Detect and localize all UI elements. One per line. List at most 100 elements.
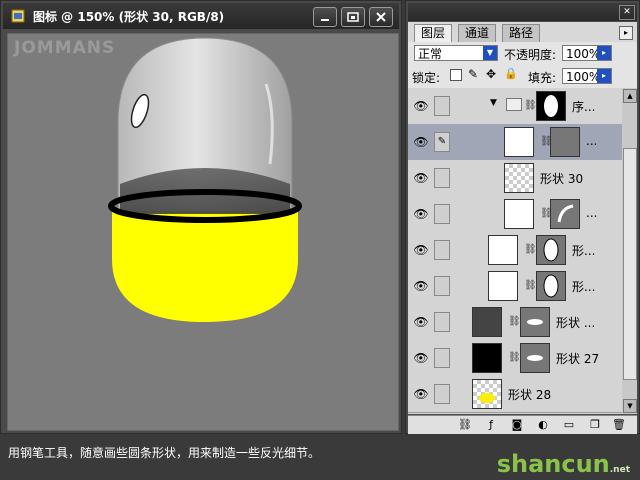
layer-thumbnail — [488, 235, 518, 265]
minimize-icon — [321, 19, 329, 21]
panel-title-bar[interactable]: ✕ — [408, 3, 637, 21]
layer-name: 形状 28 — [508, 388, 552, 402]
layer-link-slot[interactable] — [434, 348, 450, 368]
restore-icon — [347, 12, 359, 22]
layer-thumbnail — [472, 307, 502, 337]
folder-icon[interactable]: ▭ — [562, 418, 576, 432]
layer-row[interactable]: 👁 ⛓ 形... — [408, 268, 622, 305]
lock-all-icon[interactable]: 🔒 — [504, 67, 518, 80]
layer-name: ... — [586, 134, 598, 148]
layer-thumbnail — [472, 379, 502, 409]
document-title-bar[interactable]: 图标 @ 150% (形状 30, RGB/8) — [3, 3, 399, 29]
eye-icon[interactable]: 👁 — [411, 132, 431, 152]
brand-sub: .net — [609, 465, 630, 475]
layer-row[interactable]: 👁 ✎ ⛓ ... — [408, 124, 622, 161]
blend-mode-select[interactable]: 正常 ▼ — [414, 45, 498, 61]
fill-input[interactable]: 100% ▸ — [562, 68, 612, 84]
eye-icon[interactable]: 👁 — [411, 348, 431, 368]
eye-icon[interactable]: 👁 — [411, 276, 431, 296]
chain-icon: ⛓ — [508, 316, 521, 327]
canvas[interactable]: JOMMANS — [7, 33, 399, 431]
eye-icon[interactable]: 👁 — [411, 204, 431, 224]
lock-position-icon[interactable]: ✥ — [486, 67, 496, 81]
expand-triangle-icon[interactable]: ▼ — [490, 98, 497, 108]
new-layer-icon[interactable]: ❐ — [588, 418, 602, 432]
caption-text: 用钢笔工具，随意画些圆条形状，用来制造一些反光细节。 — [8, 446, 321, 460]
brush-icon[interactable]: ✎ — [434, 132, 450, 152]
chevron-right-icon: ▸ — [597, 69, 611, 83]
minimize-button[interactable] — [313, 7, 337, 27]
layer-options: 正常 ▼ 不透明度: 100% ▸ 锁定: ✎ ✥ 🔒 填充: 100% ▸ — [408, 42, 637, 88]
brand-logo: shancun.net — [497, 450, 630, 478]
opacity-input[interactable]: 100% ▸ — [562, 45, 612, 61]
chevron-down-icon: ▼ — [483, 46, 497, 60]
chain-icon: ⛓ — [508, 352, 521, 363]
layer-row[interactable]: 👁 ⛓ 形状 27 — [408, 340, 622, 377]
layer-row[interactable]: 👁 ▼ ⛓ 序... — [408, 88, 622, 125]
layer-row[interactable]: 👁 ⛓ ... — [408, 196, 622, 233]
layer-name: 形状 30 — [540, 172, 584, 186]
layers-footer: ⛓ ƒ ◙ ◐ ▭ ❐ 🗑 — [408, 415, 637, 434]
close-button[interactable] — [369, 7, 393, 27]
fill-label: 填充: — [528, 71, 557, 85]
eye-icon[interactable]: 👁 — [411, 312, 431, 332]
lock-transparency-icon[interactable] — [450, 69, 462, 81]
layer-thumbnail — [536, 91, 566, 121]
mask-icon[interactable]: ◙ — [510, 418, 524, 432]
layer-thumbnail — [472, 343, 502, 373]
eye-icon[interactable]: 👁 — [411, 384, 431, 404]
scroll-up-icon[interactable]: ▲ — [623, 89, 637, 103]
layer-row[interactable]: 👁 形状 30 — [408, 160, 622, 197]
close-icon — [376, 12, 386, 22]
layer-name: 形... — [572, 280, 596, 294]
layers-panel: ✕ 图层 通道 路径 ▸ 正常 ▼ 不透明度: 100% ▸ 锁定: ✎ ✥ 🔒… — [405, 0, 640, 434]
layer-row[interactable]: 👁 ⛓ 形... — [408, 232, 622, 269]
tab-layers[interactable]: 图层 — [414, 24, 453, 42]
adjustment-icon[interactable]: ◐ — [536, 418, 550, 432]
fx-icon[interactable]: ƒ — [484, 418, 498, 432]
layer-name: 形... — [572, 244, 596, 258]
document-icon — [11, 9, 25, 23]
eye-icon[interactable]: 👁 — [411, 240, 431, 260]
fill-value: 100% — [566, 70, 601, 84]
layer-link-slot[interactable] — [434, 312, 450, 332]
layer-row[interactable]: 👁 形状 28 — [408, 376, 622, 413]
capsule-artwork — [108, 37, 302, 322]
vector-mask-thumbnail — [550, 199, 580, 229]
scroll-down-icon[interactable]: ▼ — [623, 399, 637, 413]
vector-mask-thumbnail — [536, 235, 566, 265]
vector-mask-thumbnail — [520, 307, 550, 337]
layer-link-slot[interactable] — [434, 384, 450, 404]
panel-tabs: 图层 通道 路径 ▸ — [408, 22, 637, 43]
panel-menu-icon[interactable]: ▸ — [619, 26, 633, 40]
layer-link-slot[interactable] — [434, 276, 450, 296]
layer-name: 序... — [572, 100, 596, 114]
blend-mode-value: 正常 — [418, 47, 443, 61]
trash-icon[interactable]: 🗑 — [612, 418, 626, 432]
vector-mask-thumbnail — [520, 343, 550, 373]
layers-scrollbar[interactable]: ▲ ▼ — [622, 88, 637, 414]
layer-link-slot[interactable] — [434, 240, 450, 260]
scroll-thumb[interactable] — [623, 148, 637, 380]
vector-mask-thumbnail — [550, 127, 580, 157]
layer-name: 形状 ... — [556, 316, 596, 330]
brand-main: shancun — [496, 450, 610, 478]
chain-icon: ⛓ — [524, 244, 537, 255]
restore-button[interactable] — [341, 7, 365, 27]
layer-link-slot[interactable] — [434, 204, 450, 224]
lock-image-icon[interactable]: ✎ — [468, 67, 478, 81]
document-title: 图标 @ 150% (形状 30, RGB/8) — [33, 10, 225, 24]
layer-link-slot[interactable] — [434, 168, 450, 188]
layer-name: 形状 27 — [556, 352, 600, 366]
document-window: 图标 @ 150% (形状 30, RGB/8) JOMMANS — [0, 0, 402, 434]
panel-close-icon[interactable]: ✕ — [619, 5, 635, 20]
tab-paths[interactable]: 路径 — [502, 24, 541, 42]
opacity-value: 100% — [566, 47, 601, 61]
eye-icon[interactable]: 👁 — [411, 168, 431, 188]
layer-link-slot[interactable] — [434, 96, 450, 116]
link-icon[interactable]: ⛓ — [458, 418, 472, 432]
layer-row[interactable]: 👁 ⛓ 形状 ... — [408, 304, 622, 341]
layer-thumbnail — [488, 271, 518, 301]
tab-channels[interactable]: 通道 — [458, 24, 497, 42]
eye-icon[interactable]: 👁 — [411, 96, 431, 116]
